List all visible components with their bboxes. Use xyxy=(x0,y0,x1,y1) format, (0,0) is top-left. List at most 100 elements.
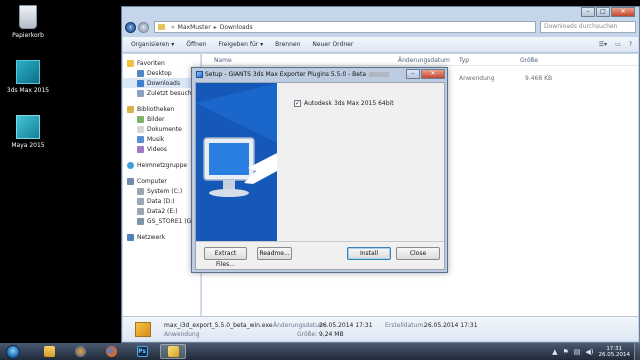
videos-icon xyxy=(137,145,144,153)
nav-item-drive-g[interactable]: GS_STORE1 (G:) xyxy=(123,216,200,226)
blurred-tag xyxy=(369,72,389,77)
taskbar: Ps ▲ ⚑ ▤ ◀) 17:31 26.05.2014 xyxy=(0,343,640,360)
address-row: ‹ › » MaxMuster ▸ Downloads Downloads du… xyxy=(125,20,636,34)
taskbar-firefox[interactable] xyxy=(98,344,124,359)
nav-item-pictures[interactable]: Bilder xyxy=(123,114,200,124)
desktop-icon-label: 3ds Max 2015 xyxy=(6,87,50,94)
nav-label: Data (D:) xyxy=(147,197,175,205)
nav-item-drive-e[interactable]: Data2 (E:) xyxy=(123,206,200,216)
dialog-minimize-button[interactable]: – xyxy=(406,69,420,79)
3ds-max-icon xyxy=(16,60,40,84)
music-icon xyxy=(137,135,144,143)
details-pane: max_i3d_export_5.5.0_beta_win.exe Anwend… xyxy=(123,316,638,341)
nav-item-recent[interactable]: Zuletzt besucht xyxy=(123,88,200,98)
file-type-cell: Anwendung xyxy=(459,75,495,82)
taskbar-explorer[interactable] xyxy=(36,344,62,359)
nav-item-drive-c[interactable]: System (C:) xyxy=(123,186,200,196)
column-header-modified[interactable]: Änderungsdatum xyxy=(398,57,450,64)
column-headers: Name Änderungsdatum Typ Größe xyxy=(202,54,638,66)
pictures-icon xyxy=(137,115,144,123)
desktop-icon-maya[interactable]: Maya 2015 xyxy=(0,115,56,149)
flag-icon[interactable]: ⚑ xyxy=(562,348,568,356)
homegroup-icon xyxy=(127,161,134,169)
downloads-icon xyxy=(137,79,144,87)
install-button[interactable]: Install xyxy=(347,247,391,260)
nav-item-music[interactable]: Musik xyxy=(123,134,200,144)
nav-libraries[interactable]: Bibliotheken xyxy=(123,104,200,114)
nav-label: Netzwerk xyxy=(137,233,166,241)
recycle-bin-icon xyxy=(19,5,37,29)
search-input[interactable]: Downloads durchsuchen xyxy=(540,21,636,33)
volume-icon[interactable]: ◀) xyxy=(585,348,593,356)
nav-label: Musik xyxy=(147,135,165,143)
show-hidden-icons-icon[interactable]: ▲ xyxy=(552,348,557,356)
nav-homegroup[interactable]: Heimnetzgruppe xyxy=(123,160,200,170)
dialog-title: Setup - GIANTS 3ds Max Exporter Plugins … xyxy=(205,71,389,78)
open-button[interactable]: Öffnen xyxy=(186,41,206,48)
command-bar: Organisieren ▾ Öffnen Freigeben für ▾ Br… xyxy=(123,37,638,53)
nav-item-documents[interactable]: Dokumente xyxy=(123,124,200,134)
column-header-name[interactable]: Name xyxy=(214,57,232,64)
organize-menu[interactable]: Organisieren ▾ xyxy=(131,41,174,48)
dialog-title-text: Setup - GIANTS 3ds Max Exporter Plugins … xyxy=(205,71,366,78)
details-filename: max_i3d_export_5.5.0_beta_win.exe xyxy=(164,322,273,329)
breadcrumb-item[interactable]: Downloads xyxy=(220,24,253,31)
star-icon xyxy=(127,59,134,67)
nav-label: Videos xyxy=(147,145,167,153)
clock-date: 26.05.2014 xyxy=(598,351,631,358)
dialog-close-button[interactable]: ✕ xyxy=(421,69,445,79)
drive-icon xyxy=(137,197,144,205)
preview-pane-icon[interactable]: ▭ xyxy=(615,41,621,48)
nav-network[interactable]: Netzwerk xyxy=(123,232,200,242)
dialog-window-controls: – ✕ xyxy=(405,69,445,79)
dialog-body: ✓ Autodesk 3ds Max 2015 64bit Extract Fi… xyxy=(195,82,445,270)
taskbar-setup[interactable] xyxy=(160,344,186,359)
taskbar-media-player[interactable] xyxy=(67,344,93,359)
file-size-cell: 9.468 KB xyxy=(525,75,553,82)
details-created-label: Erstelldatum: xyxy=(385,322,426,329)
nav-item-drive-d[interactable]: Data (D:) xyxy=(123,196,200,206)
taskbar-photoshop[interactable]: Ps xyxy=(129,344,155,359)
help-icon[interactable]: ? xyxy=(629,41,632,48)
extract-files-button[interactable]: Extract Files... xyxy=(204,247,247,268)
nav-label: Bibliotheken xyxy=(137,105,175,113)
nav-label: GS_STORE1 (G:) xyxy=(147,217,196,225)
close-button[interactable]: Close xyxy=(396,247,440,260)
share-menu[interactable]: Freigeben für ▾ xyxy=(218,41,263,48)
burn-button[interactable]: Brennen xyxy=(275,41,300,48)
dialog-separator xyxy=(196,241,444,242)
install-target-option[interactable]: ✓ Autodesk 3ds Max 2015 64bit xyxy=(294,100,394,107)
breadcrumb-chevron-icon: ▸ xyxy=(213,23,217,31)
desktop-icon-recycle-bin[interactable]: Papierkorb xyxy=(0,5,56,39)
maximize-button[interactable]: □ xyxy=(596,7,610,17)
forward-button[interactable]: › xyxy=(138,21,149,33)
nav-item-downloads[interactable]: Downloads xyxy=(123,78,200,88)
network-tray-icon[interactable]: ▤ xyxy=(574,348,581,356)
show-desktop-button[interactable] xyxy=(634,343,640,360)
explorer-icon xyxy=(43,346,55,357)
close-window-button[interactable]: ✕ xyxy=(611,7,635,17)
address-bar[interactable]: » MaxMuster ▸ Downloads xyxy=(154,21,536,33)
nav-favorites[interactable]: Favoriten xyxy=(123,58,200,68)
column-header-type[interactable]: Typ xyxy=(459,57,469,64)
column-header-size[interactable]: Größe xyxy=(520,57,538,64)
desktop-icon-3ds-max[interactable]: 3ds Max 2015 xyxy=(0,60,56,94)
nav-item-desktop[interactable]: Desktop xyxy=(123,68,200,78)
drive-icon xyxy=(137,207,144,215)
desktop-icon-label: Maya 2015 xyxy=(11,142,45,149)
start-button-icon[interactable] xyxy=(6,344,20,359)
option-checkbox[interactable]: ✓ xyxy=(294,100,301,107)
installer-file-icon xyxy=(135,322,151,337)
setup-banner-image xyxy=(196,83,277,241)
nav-item-videos[interactable]: Videos xyxy=(123,144,200,154)
nav-computer[interactable]: Computer xyxy=(123,176,200,186)
readme-button[interactable]: Readme... xyxy=(257,247,292,260)
minimize-button[interactable]: – xyxy=(581,7,595,17)
details-size-value: 9,24 MB xyxy=(319,331,344,338)
new-folder-button[interactable]: Neuer Ordner xyxy=(312,41,353,48)
nav-label: Dokumente xyxy=(147,125,182,133)
clock[interactable]: 17:31 26.05.2014 xyxy=(599,346,631,358)
back-button[interactable]: ‹ xyxy=(125,21,136,33)
view-options-icon[interactable]: ☰▾ xyxy=(599,41,607,48)
breadcrumb-item[interactable]: MaxMuster xyxy=(178,24,211,31)
